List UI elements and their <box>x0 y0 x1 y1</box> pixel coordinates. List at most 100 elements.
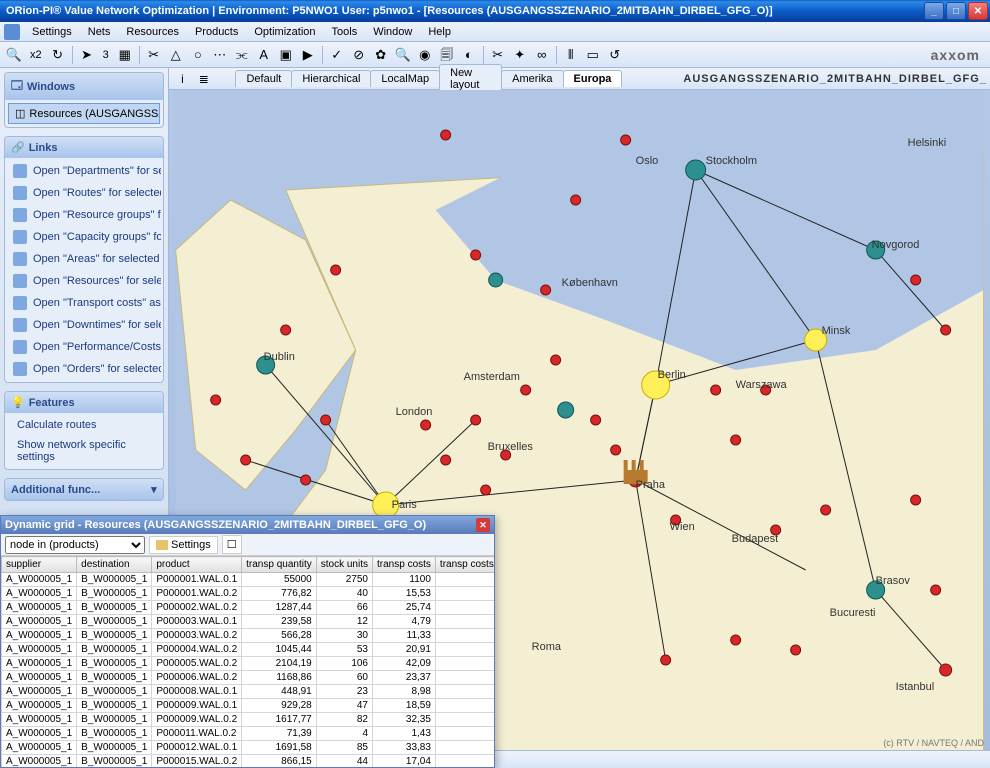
link-item-2[interactable]: Open "Resource groups" for ... <box>7 204 161 226</box>
grid-filter-select[interactable]: node in (products) <box>5 536 145 554</box>
doc-icon[interactable]: 🗐 <box>437 45 457 65</box>
grid-cell: 0,36 <box>435 727 494 741</box>
minimize-button[interactable]: _ <box>924 2 944 20</box>
table-row[interactable]: A_W000005_1B_W000005_1P000012.WAL.0.1169… <box>2 741 495 755</box>
table-row[interactable]: A_W000005_1B_W000005_1P000015.WAL.0.2866… <box>2 755 495 768</box>
maximize-button[interactable]: □ <box>946 2 966 20</box>
table-row[interactable]: A_W000005_1B_W000005_1P000003.WAL.0.2566… <box>2 629 495 643</box>
wand-icon[interactable]: ✦ <box>510 45 530 65</box>
scissors2-icon[interactable]: ✂ <box>488 45 508 65</box>
windows-item-resources[interactable]: ◫ Resources (AUSGANGSSZEN... <box>8 103 160 124</box>
link-item-9[interactable]: Open "Orders" for selected r... <box>7 358 161 380</box>
grid-body[interactable]: supplierdestinationproducttransp quantit… <box>1 556 494 767</box>
link-item-3[interactable]: Open "Capacity groups" for s... <box>7 226 161 248</box>
fill-icon[interactable]: ▣ <box>276 45 296 65</box>
zoom-icon[interactable]: 🔍 <box>4 45 24 65</box>
menu-window[interactable]: Window <box>365 24 420 40</box>
table-row[interactable]: A_W000005_1B_W000005_1P000008.WAL.0.1448… <box>2 685 495 699</box>
link-icon[interactable]: ∞ <box>532 45 552 65</box>
grid-header-cell[interactable]: transp quantity <box>242 557 317 573</box>
grid-header-cell[interactable]: transp costs <box>373 557 436 573</box>
close-button[interactable]: ✕ <box>968 2 988 20</box>
table-row[interactable]: A_W000005_1B_W000005_1P000009.WAL.0.1929… <box>2 699 495 713</box>
zoom2-icon[interactable]: 🔍 <box>393 45 413 65</box>
link-icon: 🔗 <box>11 141 25 154</box>
cancel-icon[interactable]: ⊘ <box>349 45 369 65</box>
cycle-icon[interactable]: ↺ <box>605 45 625 65</box>
link-item-1[interactable]: Open "Routes" for selected fl... <box>7 182 161 204</box>
scenario-title: AUSGANGSSZENARIO_2MITBAHN_DIRBEL_GFG_O <box>683 73 986 85</box>
grid-settings-button[interactable]: Settings <box>149 536 218 554</box>
menu-resources[interactable]: Resources <box>118 24 187 40</box>
link-item-4[interactable]: Open "Areas" for selected re... <box>7 248 161 270</box>
info-icon[interactable]: i <box>173 69 192 89</box>
tab-europa[interactable]: Europa <box>563 70 623 87</box>
table-row[interactable]: A_W000005_1B_W000005_1P000001.WAL.0.1550… <box>2 573 495 587</box>
grid-header-cell[interactable]: transp costs/stock unit <box>435 557 494 573</box>
tri-icon[interactable]: △ <box>166 45 186 65</box>
tab-default[interactable]: Default <box>235 70 292 87</box>
grid-cell: 0,38 <box>435 629 494 643</box>
grid-cell: 0,39 <box>435 587 494 601</box>
table-row[interactable]: A_W000005_1B_W000005_1P000004.WAL.0.2104… <box>2 643 495 657</box>
check-icon[interactable]: ✓ <box>327 45 347 65</box>
right-icon[interactable]: ▶ <box>298 45 318 65</box>
grid-cell: 55000 <box>242 573 317 587</box>
globe-icon[interactable]: ◉ <box>415 45 435 65</box>
gear-icon[interactable]: ✿ <box>371 45 391 65</box>
table-row[interactable]: A_W000005_1B_W000005_1P000006.WAL.0.2116… <box>2 671 495 685</box>
addfunc-panel-head[interactable]: Additional func... ▾ <box>5 479 163 500</box>
menu-help[interactable]: Help <box>420 24 459 40</box>
tab-localmap[interactable]: LocalMap <box>370 70 440 87</box>
menu-settings[interactable]: Settings <box>24 24 80 40</box>
tab-newlayout[interactable]: New layout <box>439 64 502 93</box>
menu-tools[interactable]: Tools <box>324 24 366 40</box>
link-item-5[interactable]: Open "Resources" for select... <box>7 270 161 292</box>
dynamic-grid-window[interactable]: Dynamic grid - Resources (AUSGANGSSZENAR… <box>0 515 495 768</box>
layers-icon[interactable]: ≣ <box>194 69 213 89</box>
menu-optimization[interactable]: Optimization <box>246 24 323 40</box>
arrow-icon[interactable]: ➤ <box>77 45 97 65</box>
table-row[interactable]: A_W000005_1B_W000005_1P000005.WAL.0.2210… <box>2 657 495 671</box>
tab-amerika[interactable]: Amerika <box>501 70 563 87</box>
table-row[interactable]: A_W000005_1B_W000005_1P000002.WAL.0.2128… <box>2 601 495 615</box>
link-item-6[interactable]: Open "Transport costs" as pr... <box>7 292 161 314</box>
table-row[interactable]: A_W000005_1B_W000005_1P000001.WAL.0.2776… <box>2 587 495 601</box>
features-panel-head[interactable]: 💡 Features <box>5 392 163 413</box>
link-item-icon <box>13 208 27 222</box>
grid-header-cell[interactable]: stock units <box>316 557 372 573</box>
tab-hierarchical[interactable]: Hierarchical <box>291 70 371 87</box>
window-title: ORion-PI® Value Network Optimization | E… <box>6 5 924 17</box>
menu-nets[interactable]: Nets <box>80 24 119 40</box>
grid-options-button[interactable]: ☐ <box>222 535 242 554</box>
box-icon[interactable]: ▭ <box>583 45 603 65</box>
cut-icon[interactable]: ✂ <box>144 45 164 65</box>
link-item-8[interactable]: Open "Performance/Costs" f... <box>7 336 161 358</box>
grid-icon[interactable]: ▦ <box>115 45 135 65</box>
feature-show-network-settings[interactable]: Show network specific settings <box>7 435 161 467</box>
links-panel-head[interactable]: 🔗 Links <box>5 137 163 158</box>
table-row[interactable]: A_W000005_1B_W000005_1P000009.WAL.0.2161… <box>2 713 495 727</box>
link-item-0[interactable]: Open "Departments" for sele... <box>7 160 161 182</box>
grid-cell: 566,28 <box>242 629 317 643</box>
dots-icon[interactable]: ⋯ <box>210 45 230 65</box>
share-icon[interactable]: ⫘ <box>232 45 252 65</box>
circle-icon[interactable]: ○ <box>188 45 208 65</box>
svg-text:Bucuresti: Bucuresti <box>829 607 875 619</box>
grid-header-cell[interactable]: product <box>152 557 242 573</box>
table-row[interactable]: A_W000005_1B_W000005_1P000011.WAL.0.271,… <box>2 727 495 741</box>
grid-cell: 0,4 <box>435 573 494 587</box>
redraw-icon[interactable]: ↻ <box>48 45 68 65</box>
grid-close-button[interactable]: ✕ <box>476 518 490 532</box>
text-icon[interactable]: A <box>254 45 274 65</box>
grid-titlebar[interactable]: Dynamic grid - Resources (AUSGANGSSZENAR… <box>1 516 494 534</box>
time-icon[interactable]: ◐ <box>459 45 479 65</box>
link-item-7[interactable]: Open "Downtimes" for select... <box>7 314 161 336</box>
windows-panel-head[interactable]: 🗔 Windows <box>5 73 163 100</box>
table-row[interactable]: A_W000005_1B_W000005_1P000003.WAL.0.1239… <box>2 615 495 629</box>
menu-products[interactable]: Products <box>187 24 246 40</box>
layout-icon[interactable]: ⫴ <box>561 45 581 65</box>
feature-calculate-routes[interactable]: Calculate routes <box>7 415 161 435</box>
grid-header-cell[interactable]: destination <box>77 557 152 573</box>
grid-header-cell[interactable]: supplier <box>2 557 77 573</box>
